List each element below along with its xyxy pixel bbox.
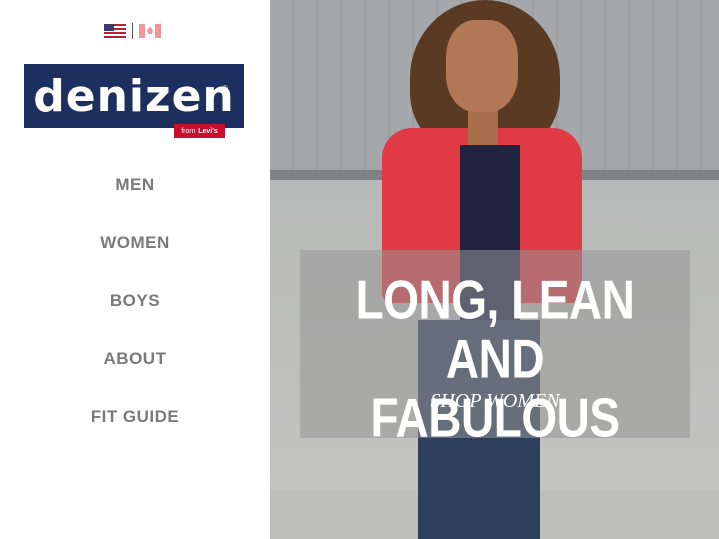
shop-women-link[interactable]: SHOP WOMEN bbox=[300, 390, 690, 413]
flag-divider bbox=[132, 23, 133, 39]
nav-item-women[interactable]: WOMEN bbox=[0, 226, 270, 284]
country-selector bbox=[104, 22, 164, 40]
main-nav: MEN WOMEN BOYS ABOUT FIT GUIDE bbox=[0, 168, 270, 458]
hero-banner: LONG, LEAN AND FABULOUS SHOP WOMEN bbox=[270, 0, 719, 539]
nav-item-about[interactable]: ABOUT bbox=[0, 342, 270, 400]
registered-mark: ® bbox=[222, 84, 228, 93]
denizen-logo[interactable]: denizen ® bbox=[24, 64, 244, 128]
nav-item-fit-guide[interactable]: FIT GUIDE bbox=[0, 400, 270, 458]
nav-item-boys[interactable]: BOYS bbox=[0, 284, 270, 342]
sidebar: denizen ® from Levi's MEN WOMEN BOYS ABO… bbox=[0, 0, 270, 539]
levis-tag-name: Levi's bbox=[198, 127, 218, 135]
us-flag-icon[interactable] bbox=[104, 24, 126, 38]
levis-tag-from: from bbox=[181, 127, 196, 135]
promo-headline: LONG, LEAN AND FABULOUS bbox=[355, 268, 635, 449]
nav-item-men[interactable]: MEN bbox=[0, 168, 270, 226]
canada-flag-icon[interactable] bbox=[139, 24, 161, 38]
promo-panel[interactable]: LONG, LEAN AND FABULOUS SHOP WOMEN bbox=[300, 250, 690, 447]
levis-tag: from Levi's bbox=[174, 124, 225, 138]
logo-text: denizen bbox=[33, 70, 235, 122]
